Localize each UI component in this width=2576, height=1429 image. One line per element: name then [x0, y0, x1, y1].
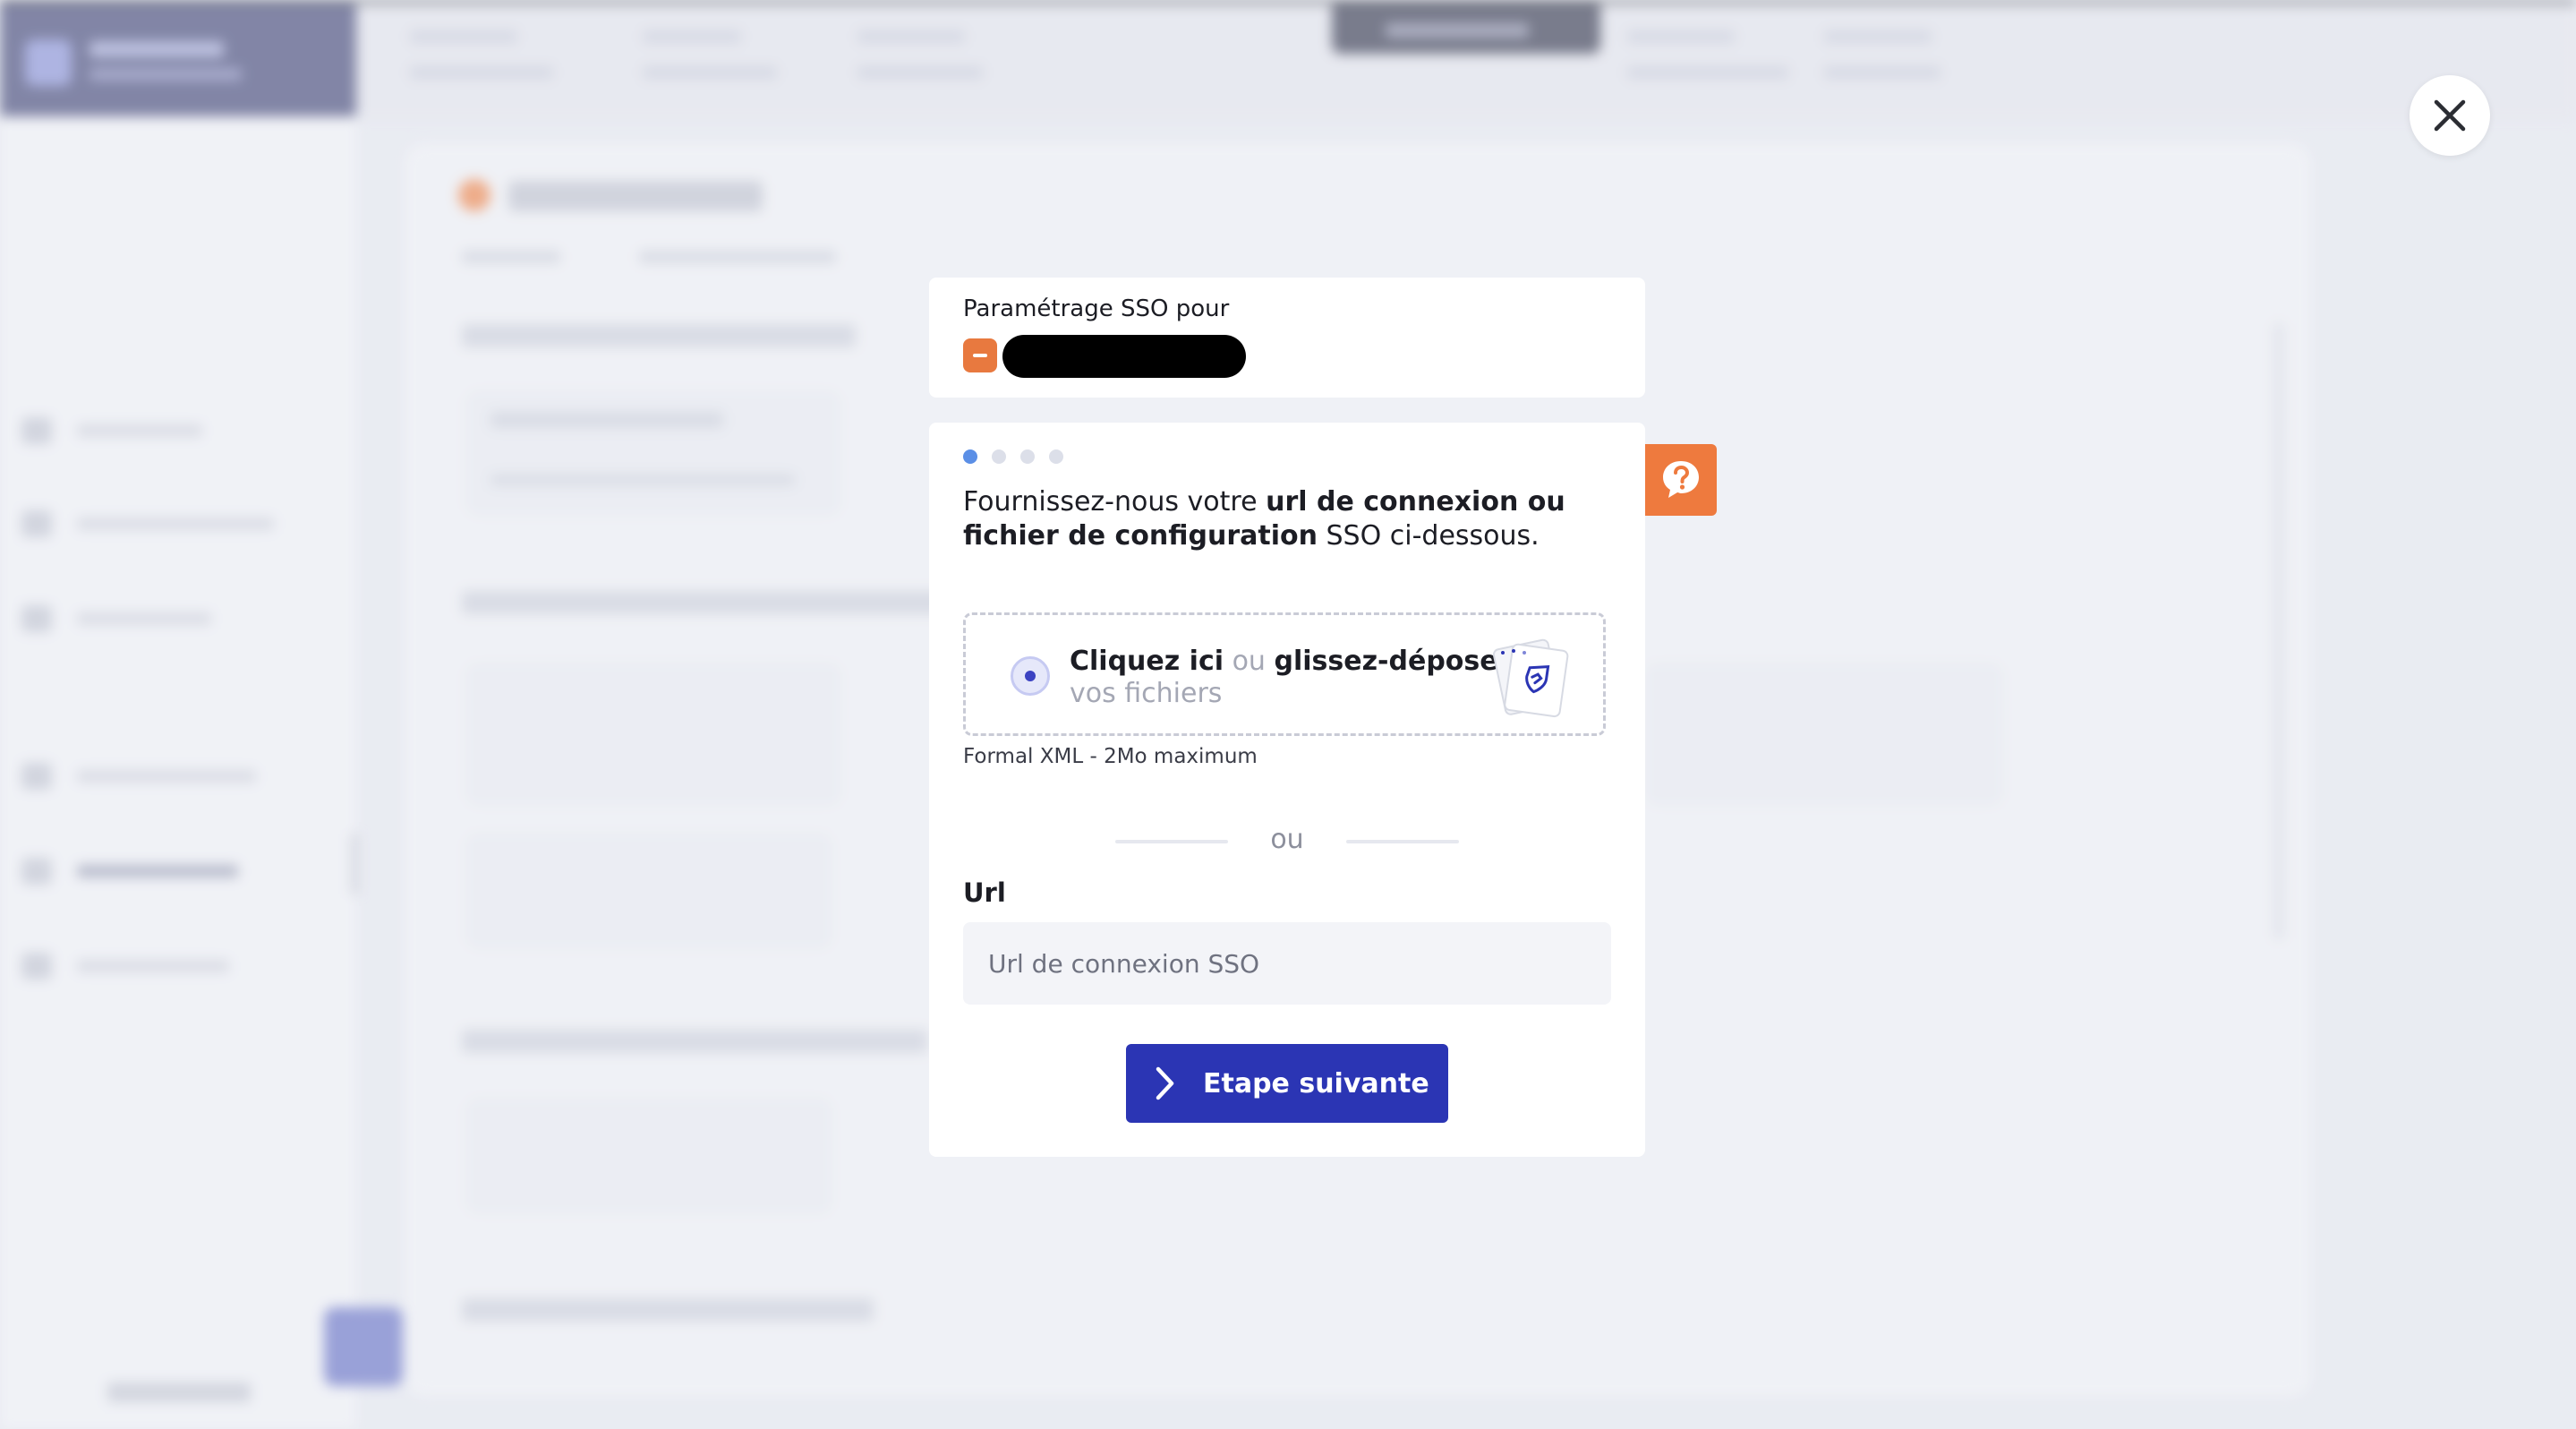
close-icon [2434, 99, 2466, 132]
separator-line-right [1346, 840, 1459, 843]
help-button[interactable] [1645, 444, 1717, 516]
sso-url-input[interactable] [963, 922, 1611, 1005]
instructions-part-1: Fournissez-nous votre [963, 486, 1267, 518]
sso-header-title: Paramétrage SSO pour [963, 295, 1230, 322]
dropzone-text: Cliquez ici ou glissez-déposez vos fichi… [1070, 646, 1514, 710]
files-label: vos fichiers [1070, 678, 1223, 709]
step-dot-1 [963, 449, 977, 464]
instructions-part-2: SSO ci-dessous. [1317, 520, 1540, 552]
instructions-text: Fournissez-nous votre url de connexion o… [963, 485, 1608, 553]
sso-header-card: Paramétrage SSO pour [929, 278, 1645, 398]
close-modal-button[interactable] [2410, 75, 2490, 156]
question-bubble-icon [1663, 461, 1699, 498]
drag-drop-label: glissez-déposez [1274, 646, 1514, 677]
step-dot-3 [1020, 449, 1035, 464]
url-label: Url [963, 877, 1006, 908]
or-separator: ou [1115, 822, 1459, 858]
files-illustration-icon [1492, 638, 1569, 718]
file-dropzone[interactable]: Cliquez ici ou glissez-déposez vos fichi… [963, 612, 1606, 736]
redacted-organization-name [1002, 335, 1246, 378]
click-here-label[interactable]: Cliquez ici [1070, 646, 1224, 677]
upload-radio-icon [1011, 656, 1050, 696]
or-label: ou [1232, 646, 1266, 677]
sso-config-card: Fournissez-nous votre url de connexion o… [929, 423, 1645, 1157]
step-dot-4 [1049, 449, 1063, 464]
chevron-right-icon [1156, 1066, 1174, 1100]
step-indicator [963, 449, 1063, 464]
step-dot-2 [992, 449, 1006, 464]
file-format-hint: Formal XML - 2Mo maximum [963, 745, 1258, 768]
next-step-button[interactable]: Etape suivante [1126, 1044, 1448, 1123]
next-step-label: Etape suivante [1203, 1067, 1429, 1100]
organization-icon [963, 338, 997, 372]
